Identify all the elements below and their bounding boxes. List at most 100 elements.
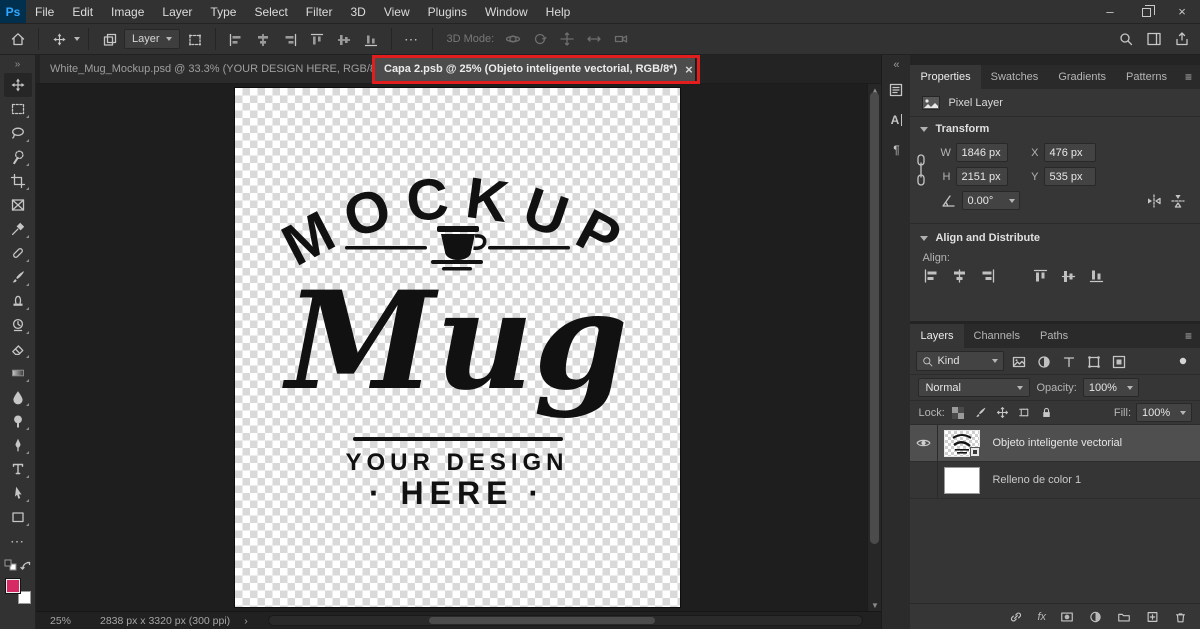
adjustment-layer-icon[interactable] — [1088, 610, 1103, 624]
transform-section-header[interactable]: Transform — [910, 117, 1200, 141]
tool-lasso[interactable] — [4, 121, 32, 145]
width-field[interactable]: 1846 px — [956, 143, 1008, 162]
menu-view[interactable]: View — [375, 0, 419, 23]
zoom-level-field[interactable]: 25% — [50, 615, 86, 627]
fill-dropdown[interactable]: 100% — [1136, 403, 1192, 422]
history-panel-button[interactable] — [884, 78, 908, 102]
align-left-edges-button[interactable] — [923, 268, 940, 284]
panel-menu-icon[interactable]: ≡ — [1177, 324, 1200, 348]
tab-swatches[interactable]: Swatches — [981, 65, 1049, 89]
status-chevron-icon[interactable]: › — [244, 615, 248, 627]
more-align-options-button[interactable]: ⋯ — [400, 27, 424, 51]
tool-quick-selection[interactable] — [4, 145, 32, 169]
dock-collapse-button[interactable]: « — [893, 55, 899, 75]
canvas-pasteboard[interactable]: MOCKUP Mug YOUR DES — [36, 84, 881, 611]
distribute-middle-button[interactable] — [332, 27, 356, 51]
align-center-button[interactable] — [251, 27, 275, 51]
blend-mode-dropdown[interactable]: Normal — [918, 378, 1030, 397]
menu-filter[interactable]: Filter — [297, 0, 342, 23]
edit-toolbar-button[interactable]: ⋯ — [4, 529, 32, 553]
filter-adjustment-layers-button[interactable] — [1032, 351, 1054, 371]
tool-path-selection[interactable] — [4, 481, 32, 505]
restore-button[interactable] — [1128, 0, 1164, 23]
scroll-down-icon[interactable]: ▼ — [868, 599, 881, 611]
tool-eraser[interactable] — [4, 337, 32, 361]
menu-type[interactable]: Type — [201, 0, 245, 23]
tool-eyedropper[interactable] — [4, 217, 32, 241]
layer-row-relleno-de-color[interactable]: Relleno de color 1 — [910, 462, 1200, 499]
share-button[interactable] — [1170, 27, 1194, 51]
tab-channels[interactable]: Channels — [964, 324, 1030, 348]
menu-file[interactable]: File — [26, 0, 63, 23]
layer-row-objeto-inteligente[interactable]: Objeto inteligente vectorial — [910, 425, 1200, 462]
tool-history-brush[interactable] — [4, 313, 32, 337]
document-tab-white-mug-mockup[interactable]: White_Mug_Mockup.psd @ 33.3% (YOUR DESIG… — [40, 55, 374, 83]
distribute-bottom-button[interactable] — [359, 27, 383, 51]
distribute-top-button[interactable] — [305, 27, 329, 51]
menu-image[interactable]: Image — [102, 0, 153, 23]
tab-paths[interactable]: Paths — [1030, 324, 1078, 348]
close-button[interactable]: × — [1164, 0, 1200, 23]
visibility-toggle[interactable] — [910, 462, 938, 498]
tool-blur[interactable] — [4, 385, 32, 409]
swap-colors-icon[interactable] — [20, 560, 32, 572]
menu-select[interactable]: Select — [245, 0, 296, 23]
horizontal-scrollbar[interactable] — [268, 615, 864, 626]
character-panel-button[interactable]: A — [884, 108, 908, 132]
align-top-edges-button[interactable] — [1032, 268, 1049, 284]
tool-preset-move[interactable] — [47, 27, 71, 51]
auto-select-dropdown[interactable]: Layer — [124, 29, 180, 49]
visibility-toggle[interactable] — [910, 425, 938, 461]
y-field[interactable]: 535 px — [1044, 167, 1096, 186]
tool-gradient[interactable] — [4, 361, 32, 385]
close-icon[interactable]: × — [685, 62, 693, 77]
show-transform-controls-toggle[interactable] — [183, 27, 207, 51]
filter-smart-objects-button[interactable] — [1107, 351, 1129, 371]
vertical-scrollbar[interactable]: ▲ ▼ — [867, 84, 881, 611]
layer-mask-icon[interactable] — [1059, 610, 1075, 624]
tool-dodge[interactable] — [4, 409, 32, 433]
rotation-angle-field[interactable]: 0.00° — [962, 191, 1020, 210]
tool-type[interactable] — [4, 457, 32, 481]
tab-gradients[interactable]: Gradients — [1048, 65, 1116, 89]
menu-plugins[interactable]: Plugins — [419, 0, 476, 23]
toolbar-expand-button[interactable]: » — [0, 55, 35, 73]
flip-horizontal-icon[interactable] — [1146, 193, 1162, 209]
tool-preset-caret-icon[interactable] — [74, 37, 80, 41]
lock-position-button[interactable] — [994, 404, 1011, 421]
layer-thumbnail-cell[interactable] — [938, 430, 986, 457]
tab-patterns[interactable]: Patterns — [1116, 65, 1177, 89]
flip-vertical-icon[interactable] — [1170, 193, 1186, 209]
horizontal-scrollbar-thumb[interactable] — [429, 617, 655, 624]
tool-crop[interactable] — [4, 169, 32, 193]
panel-menu-icon[interactable]: ≡ — [1177, 65, 1200, 89]
paragraph-panel-button[interactable]: ¶ — [884, 138, 908, 162]
align-horizontal-centers-button[interactable] — [951, 268, 968, 284]
document-canvas[interactable]: MOCKUP Mug YOUR DES — [235, 88, 680, 607]
new-layer-icon[interactable] — [1145, 610, 1160, 624]
menu-help[interactable]: Help — [537, 0, 580, 23]
filter-type-layers-button[interactable] — [1057, 351, 1079, 371]
filter-shape-layers-button[interactable] — [1082, 351, 1104, 371]
lock-transparency-button[interactable] — [950, 404, 967, 421]
align-left-button[interactable] — [224, 27, 248, 51]
tool-rectangular-marquee[interactable] — [4, 97, 32, 121]
link-dimensions-icon[interactable] — [915, 149, 927, 193]
tool-spot-healing[interactable] — [4, 241, 32, 265]
link-layers-icon[interactable] — [1008, 610, 1024, 624]
layer-effects-button[interactable]: fx — [1037, 611, 1046, 623]
menu-3d[interactable]: 3D — [341, 0, 374, 23]
foreground-color-swatch[interactable] — [6, 579, 20, 593]
menu-layer[interactable]: Layer — [153, 0, 201, 23]
align-bottom-edges-button[interactable] — [1088, 268, 1105, 284]
new-group-icon[interactable] — [1116, 610, 1132, 624]
document-tab-capa-2[interactable]: Capa 2.psb @ 25% (Objeto inteligente vec… — [374, 55, 696, 83]
tool-pen[interactable] — [4, 433, 32, 457]
tool-rectangle-shape[interactable] — [4, 505, 32, 529]
align-section-header[interactable]: Align and Distribute — [910, 226, 1200, 250]
opacity-dropdown[interactable]: 100% — [1083, 378, 1139, 397]
minimize-button[interactable]: – — [1092, 0, 1128, 23]
home-button[interactable] — [6, 27, 30, 51]
search-button[interactable] — [1114, 27, 1138, 51]
vertical-scrollbar-thumb[interactable] — [870, 92, 879, 544]
